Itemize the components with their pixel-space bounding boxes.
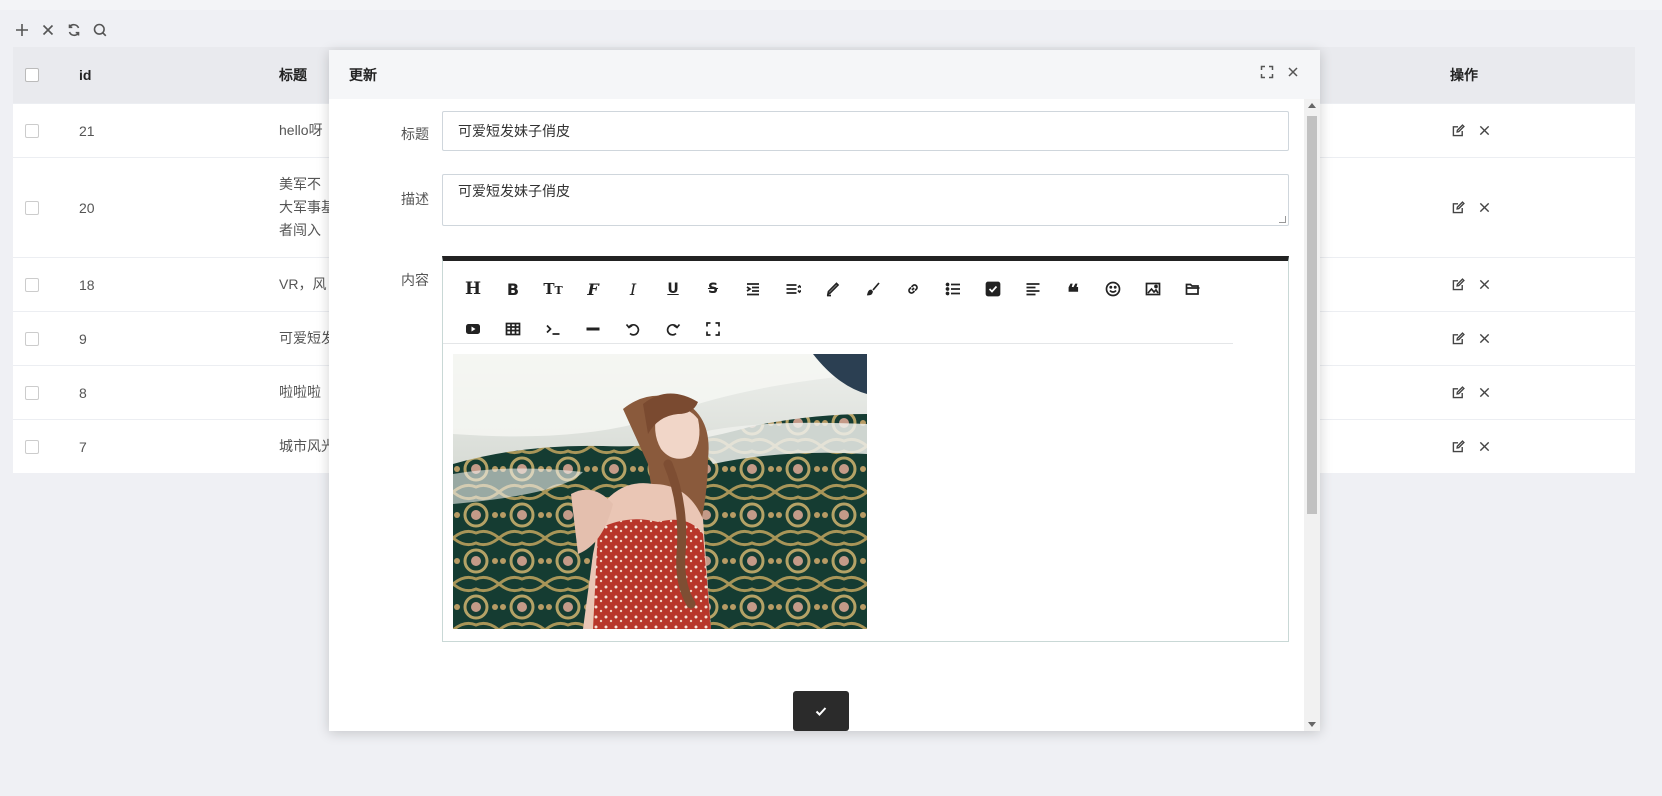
delete-icon[interactable] [1477,332,1491,346]
scroll-thumb[interactable] [1307,116,1317,514]
submit-button[interactable] [793,691,849,731]
quote-icon[interactable]: ❝ [1053,269,1093,309]
underline-icon[interactable]: U [653,269,693,309]
indent-icon[interactable] [733,269,773,309]
row-checkbox[interactable] [25,277,39,292]
row-ops [1451,201,1491,215]
redo-icon[interactable] [653,309,693,349]
header-icon[interactable]: H [453,269,493,309]
delete-icon[interactable] [1477,124,1491,138]
table-icon[interactable] [493,309,533,349]
video-icon[interactable] [453,309,493,349]
update-dialog: 更新 标题 可爱短发妹子俏皮 描述 可爱短发妹子俏皮 内容 H B TT F I… [329,50,1320,731]
edit-icon[interactable] [1451,124,1465,138]
check-icon [815,707,827,716]
text-size-icon[interactable]: TT [533,269,573,309]
hr-icon[interactable] [573,309,613,349]
edit-icon[interactable] [1451,332,1465,346]
close-icon[interactable] [40,22,56,38]
row-id: 8 [79,384,87,401]
row-checkbox[interactable] [25,123,39,138]
scroll-up-arrow[interactable] [1308,103,1316,108]
rich-text-editor: H B TT F I U S ❝ [442,256,1289,642]
brush-icon[interactable] [853,269,893,309]
row-id: 9 [79,330,87,347]
content-label: 内容 [401,272,429,288]
header-ops: 操作 [1450,67,1478,83]
font-icon[interactable]: F [573,269,613,309]
select-all-checkbox[interactable] [25,68,39,82]
checkbox-icon[interactable] [973,269,1013,309]
row-checkbox[interactable] [25,200,39,215]
edit-icon[interactable] [1451,440,1465,454]
delete-icon[interactable] [1477,201,1491,215]
row-id: 20 [79,199,95,216]
dialog-body: 标题 可爱短发妹子俏皮 描述 可爱短发妹子俏皮 内容 H B TT F I U … [329,99,1304,731]
close-icon[interactable] [1286,65,1300,79]
delete-icon[interactable] [1477,440,1491,454]
row-id: 18 [79,276,95,293]
italic-icon[interactable]: I [613,269,653,309]
link-icon[interactable] [893,269,933,309]
dialog-header: 更新 [329,50,1320,99]
row-id: 7 [79,438,87,455]
desc-textarea[interactable]: 可爱短发妹子俏皮 [442,174,1289,226]
dialog-header-buttons [1260,65,1300,79]
edit-icon[interactable] [1451,278,1465,292]
row-checkbox[interactable] [25,331,39,346]
row-ops [1451,278,1491,292]
plus-icon[interactable] [14,22,30,38]
scroll-down-arrow[interactable] [1308,722,1316,727]
highlight-icon[interactable] [813,269,853,309]
undo-icon[interactable] [613,309,653,349]
dialog-title: 更新 [349,66,377,83]
image-icon[interactable] [1133,269,1173,309]
header-id: id [79,67,92,83]
delete-icon[interactable] [1477,278,1491,292]
folder-icon[interactable] [1173,269,1213,309]
align-icon[interactable] [773,269,813,309]
paragraph-icon[interactable] [1013,269,1053,309]
dialog-scrollbar[interactable] [1304,99,1320,731]
strikethrough-icon[interactable]: S [693,269,733,309]
code-icon[interactable] [533,309,573,349]
row-ops [1451,386,1491,400]
desc-label: 描述 [401,191,429,207]
emoji-icon[interactable] [1093,269,1133,309]
row-checkbox[interactable] [25,439,39,454]
maximize-icon[interactable] [1260,65,1274,79]
row-ops [1451,332,1491,346]
refresh-icon[interactable] [66,22,82,38]
title-input[interactable]: 可爱短发妹子俏皮 [442,111,1289,151]
resize-handle[interactable] [1279,216,1286,223]
title-label: 标题 [401,126,429,142]
row-ops [1451,440,1491,454]
editor-content[interactable] [443,344,1288,639]
fullscreen-icon[interactable] [693,309,733,349]
editor-toolbar: H B TT F I U S ❝ [443,261,1233,344]
delete-icon[interactable] [1477,386,1491,400]
row-checkbox[interactable] [25,385,39,400]
edit-icon[interactable] [1451,201,1465,215]
row-id: 21 [79,122,95,139]
search-icon[interactable] [92,22,108,38]
content-photo [453,354,867,629]
row-ops [1451,124,1491,138]
list-icon[interactable] [933,269,973,309]
top-bar [0,0,1662,10]
table-toolbar [14,22,108,38]
bold-icon[interactable]: B [493,269,533,309]
edit-icon[interactable] [1451,386,1465,400]
